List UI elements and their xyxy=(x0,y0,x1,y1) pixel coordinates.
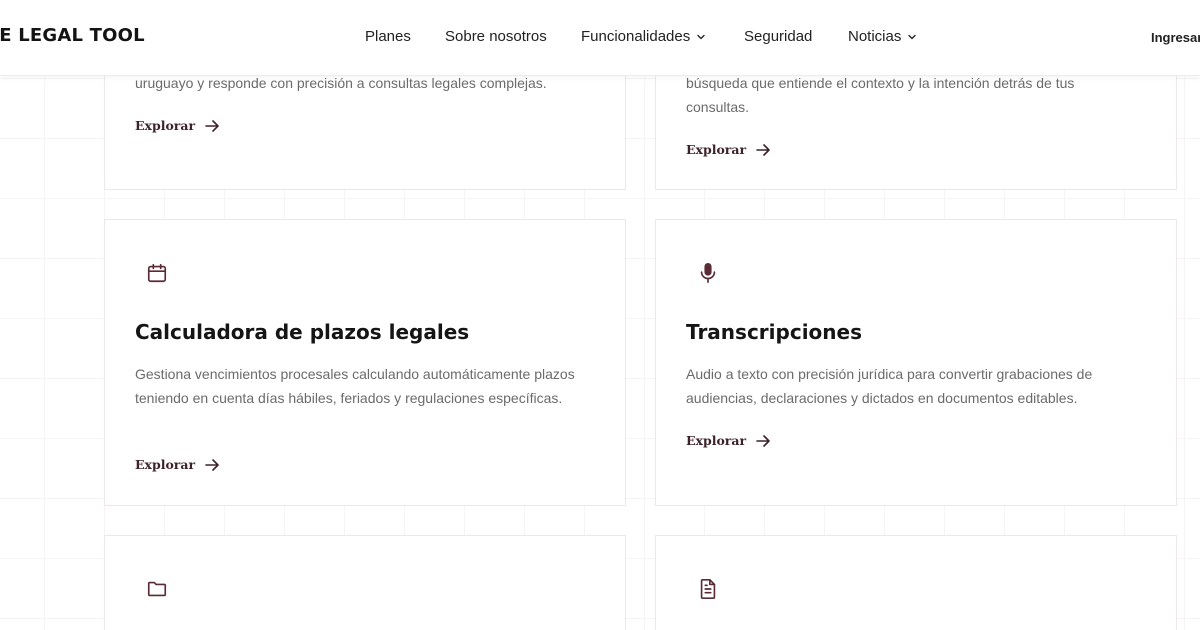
explore-link[interactable]: Explorar xyxy=(135,457,219,472)
chevron-down-icon xyxy=(697,34,705,39)
feature-card-6[interactable] xyxy=(655,535,1177,630)
explore-link[interactable]: Explorar xyxy=(686,433,770,448)
nav-item-seguridad[interactable]: Seguridad xyxy=(744,28,812,45)
nav-item-planes[interactable]: Planes xyxy=(365,28,411,45)
card-description: Audio a texto con precisión jurídica par… xyxy=(686,366,1093,406)
explore-label: Explorar xyxy=(135,118,196,133)
chevron-down-icon xyxy=(908,34,917,39)
nav-label: Sobre nosotros xyxy=(445,28,547,45)
explore-label: Explorar xyxy=(135,457,196,472)
card-description: Gestiona vencimientos procesales calcula… xyxy=(135,366,575,406)
card-title: Transcripciones xyxy=(686,320,862,344)
explore-label: Explorar xyxy=(686,433,747,448)
microphone-icon xyxy=(697,262,719,284)
nav-item-noticias[interactable]: Noticias xyxy=(848,28,917,45)
feature-card-deadline-calculator[interactable]: Calculadora de plazos legales Gestiona v… xyxy=(104,219,626,506)
arrow-right-icon xyxy=(205,119,219,132)
login-link[interactable]: Ingresar xyxy=(1151,30,1200,45)
arrow-right-icon xyxy=(756,434,770,447)
arrow-right-icon xyxy=(205,458,219,471)
nav-label: Funcionalidades xyxy=(581,28,691,45)
explore-label: Explorar xyxy=(686,142,747,157)
explore-link[interactable]: Explorar xyxy=(686,142,770,157)
nav-label: Seguridad xyxy=(744,28,813,45)
top-navbar: HE LEGAL TOOL Planes Sobre nosotros Func… xyxy=(0,0,1200,75)
card-title: Calculadora de plazos legales xyxy=(135,320,470,344)
card-description: búsqueda que entiende el contexto y la i… xyxy=(686,75,1075,115)
brand-logo[interactable]: HE LEGAL TOOL xyxy=(0,25,145,46)
feature-card-5[interactable] xyxy=(104,535,626,630)
calendar-icon xyxy=(146,262,168,284)
arrow-right-icon xyxy=(756,143,770,156)
folder-icon xyxy=(146,578,168,600)
explore-link[interactable]: Explorar xyxy=(135,118,219,133)
document-icon xyxy=(697,578,719,600)
nav-label: Planes xyxy=(365,28,411,45)
nav-label: Noticias xyxy=(848,28,902,45)
nav-item-funcionalidades[interactable]: Funcionalidades xyxy=(581,28,706,45)
feature-card-transcriptions[interactable]: Transcripciones Audio a texto con precis… xyxy=(655,219,1177,506)
nav-item-sobre-nosotros[interactable]: Sobre nosotros xyxy=(445,28,547,45)
